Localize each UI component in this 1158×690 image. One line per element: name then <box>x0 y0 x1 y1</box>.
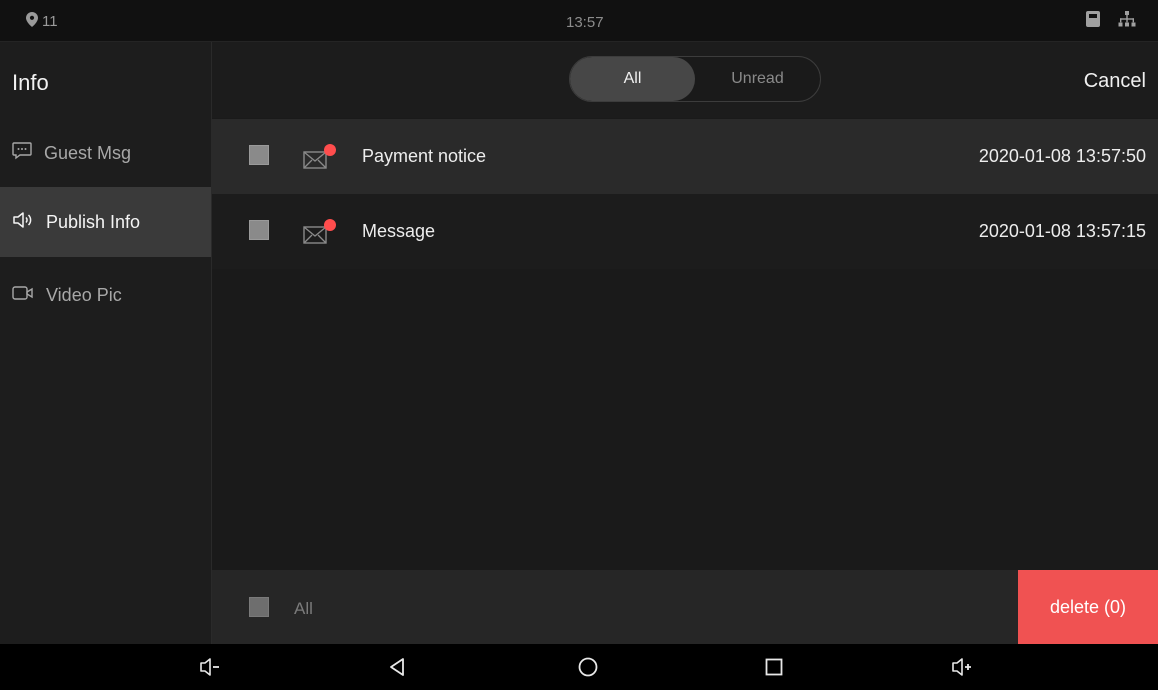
tab-all[interactable]: All <box>570 57 695 101</box>
envelope-icon <box>302 142 342 174</box>
footer-bar: All delete (0) <box>212 570 1158 644</box>
delete-button[interactable]: delete (0) <box>1018 570 1158 644</box>
row-checkbox[interactable] <box>249 220 269 240</box>
message-icon <box>12 141 32 165</box>
tab-unread[interactable]: Unread <box>695 57 820 101</box>
envelope-icon <box>302 217 342 249</box>
speaker-icon <box>12 211 34 234</box>
sidebar-item-label: Publish Info <box>46 211 141 232</box>
status-time: 13:57 <box>566 14 604 31</box>
status-location: 11 <box>26 12 58 31</box>
recents-icon[interactable] <box>760 654 788 680</box>
sidebar: Info Guest Msg Publish Info Video Pic <box>0 42 212 644</box>
status-bar: 11 13:57 <box>0 0 1158 42</box>
volume-up-icon[interactable] <box>948 654 976 680</box>
select-all-label: All <box>294 599 313 618</box>
location-pin-icon <box>26 12 38 31</box>
message-datetime: 2020-01-08 13:57:50 <box>978 146 1146 166</box>
list-item[interactable]: Payment notice 2020-01-08 13:57:50 <box>212 119 1158 194</box>
sidebar-item-video-pic[interactable]: Video Pic <box>0 260 211 330</box>
sidebar-item-publish-info[interactable]: Publish Info <box>0 187 211 257</box>
message-title: Message <box>362 221 436 241</box>
volume-down-icon[interactable] <box>196 654 224 680</box>
filter-segmented-control: All Unread <box>569 56 821 102</box>
message-datetime: 2020-01-08 13:57:15 <box>978 221 1146 241</box>
navigation-bar <box>0 644 1158 690</box>
cancel-button[interactable]: Cancel <box>1084 70 1146 93</box>
back-icon[interactable] <box>383 654 411 680</box>
sd-card-icon <box>1086 11 1100 32</box>
home-icon[interactable] <box>574 654 602 680</box>
page-title: Info <box>12 70 49 95</box>
app-root: 11 13:57 Info Guest Msg Publish Info Vid… <box>0 0 1158 690</box>
video-icon <box>12 285 34 306</box>
row-checkbox[interactable] <box>249 145 269 165</box>
sidebar-item-label: Guest Msg <box>44 142 132 163</box>
select-all-checkbox[interactable] <box>249 597 269 617</box>
header: All Unread Cancel <box>212 42 1158 118</box>
sidebar-item-guest-msg[interactable]: Guest Msg <box>0 118 211 188</box>
sidebar-item-label: Video Pic <box>46 284 122 305</box>
main-panel: All Unread Cancel Payment notice 2020-01… <box>212 42 1158 644</box>
message-title: Payment notice <box>362 146 487 166</box>
location-count: 11 <box>42 13 58 30</box>
network-icon <box>1118 11 1136 32</box>
list-item[interactable]: Message 2020-01-08 13:57:15 <box>212 194 1158 269</box>
status-right-icons <box>1086 11 1136 32</box>
